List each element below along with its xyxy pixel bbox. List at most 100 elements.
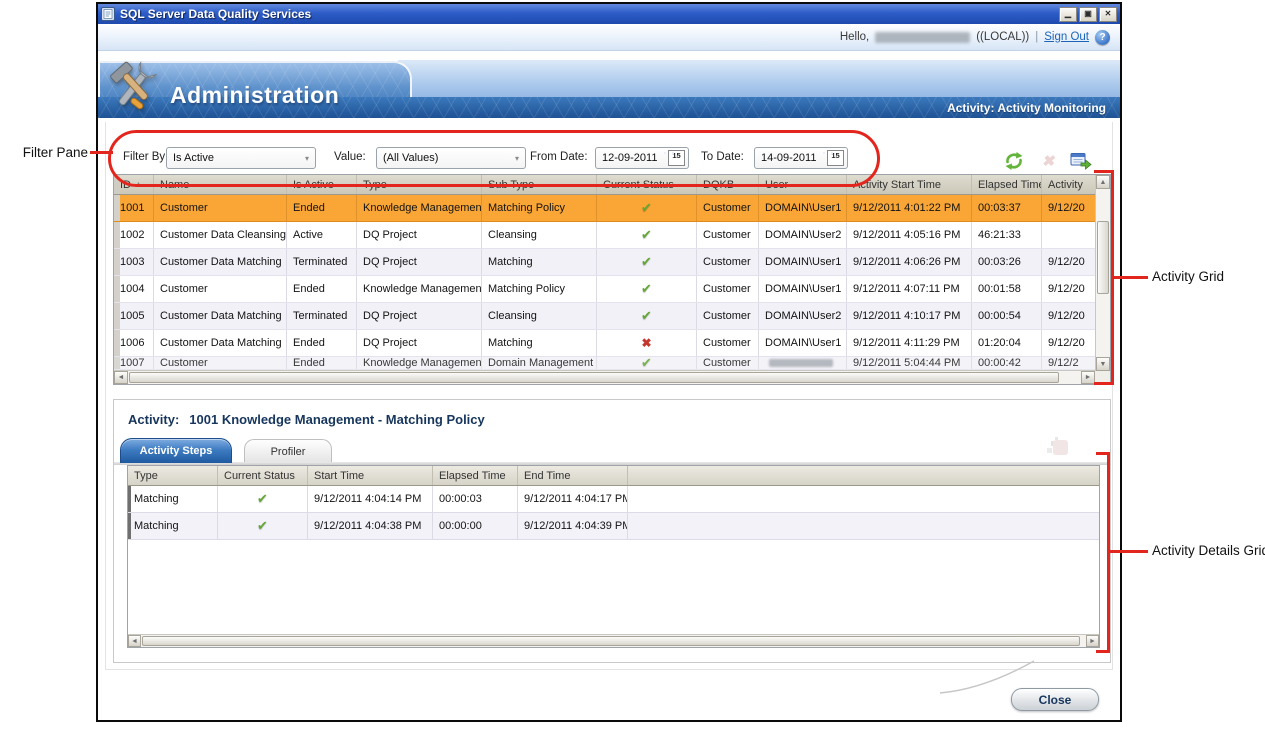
table-row[interactable]: 1006Customer Data MatchingEndedDQ Projec…: [114, 330, 1097, 357]
column-header-id[interactable]: ID▲: [114, 175, 154, 194]
column-header-name[interactable]: Name: [154, 175, 287, 194]
filter-by-select[interactable]: Is Active ▾: [166, 147, 316, 169]
details-grid-body: Matching✔9/12/2011 4:04:14 PM00:00:039/1…: [128, 486, 1099, 540]
screenshot-canvas: SQL Server Data Quality Services ▁ ▣ ✕ H…: [0, 0, 1265, 730]
scroll-right-icon[interactable]: ►: [1081, 371, 1095, 384]
table-row[interactable]: Matching✔9/12/2011 4:04:14 PM00:00:039/1…: [128, 486, 1099, 513]
refresh-button[interactable]: [1001, 150, 1027, 172]
terminate-disabled-icon: ✖: [1036, 150, 1062, 172]
table-row[interactable]: 1004CustomerEndedKnowledge ManagementMat…: [114, 276, 1097, 303]
column-header-type[interactable]: Type: [128, 466, 218, 485]
tab-profiler[interactable]: Profiler: [244, 439, 332, 463]
window-title: SQL Server Data Quality Services: [120, 7, 311, 21]
scroll-down-icon[interactable]: ▼: [1096, 357, 1110, 371]
cell-type: Knowledge Management: [357, 276, 482, 302]
calendar-icon[interactable]: 15: [668, 150, 685, 166]
close-button[interactable]: Close: [1011, 688, 1099, 711]
cell-sub_type: Domain Management: [482, 357, 597, 369]
scrollbar-thumb[interactable]: [142, 636, 1080, 646]
scroll-up-icon[interactable]: ▲: [1096, 175, 1110, 189]
annotation-line: [1114, 276, 1148, 279]
horizontal-scrollbar[interactable]: ◄ ►: [114, 370, 1095, 384]
to-date-input[interactable]: 14-09-2011 15: [754, 147, 848, 169]
restore-button[interactable]: ▣: [1079, 7, 1097, 22]
table-row[interactable]: 1007CustomerEndedKnowledge ManagementDom…: [114, 357, 1097, 370]
table-row[interactable]: 1002Customer Data CleansingActiveDQ Proj…: [114, 222, 1097, 249]
cell-status: ✔: [218, 513, 308, 539]
table-row[interactable]: Matching✔9/12/2011 4:04:38 PM00:00:009/1…: [128, 513, 1099, 540]
cell-id: 1007: [114, 357, 154, 369]
cell-is_active: Ended: [287, 195, 357, 221]
cell-elapsed: 00:00:00: [433, 513, 518, 539]
tab-activity-steps[interactable]: Activity Steps: [120, 438, 232, 463]
scrollbar-thumb[interactable]: [1097, 221, 1109, 294]
table-row[interactable]: 1005Customer Data MatchingTerminatedDQ P…: [114, 303, 1097, 330]
cell-elapsed: 00:03:26: [972, 249, 1042, 275]
cell-elapsed: 00:00:54: [972, 303, 1042, 329]
value-select[interactable]: (All Values) ▾: [376, 147, 526, 169]
scroll-left-icon[interactable]: ◄: [128, 635, 141, 647]
cell-type: Knowledge Management: [357, 357, 482, 369]
cell-name: Customer: [154, 195, 287, 221]
column-header-sub_type[interactable]: Sub Type: [482, 175, 597, 194]
annotation-filter-pane: Filter Pane: [6, 145, 88, 160]
cell-is_active: Ended: [287, 330, 357, 356]
activity-details-grid: TypeCurrent StatusStart TimeElapsed Time…: [127, 465, 1100, 648]
export-disabled-icon: [1053, 440, 1068, 455]
scroll-left-icon[interactable]: ◄: [114, 371, 128, 384]
cell-dqkb: Customer: [697, 195, 759, 221]
cell-end: 9/12/20: [1042, 303, 1097, 329]
cell-name: Customer Data Matching: [154, 303, 287, 329]
status-ok-icon: ✔: [257, 518, 268, 534]
cell-end: 9/12/2011 4:04:17 PM: [518, 486, 628, 512]
help-icon[interactable]: ?: [1095, 30, 1110, 45]
column-header-elapsed[interactable]: Elapsed Time: [972, 175, 1042, 194]
cell-start: 9/12/2011 4:07:11 PM: [847, 276, 972, 302]
column-header-status[interactable]: Current Status: [597, 175, 697, 194]
column-header-end[interactable]: Activity: [1042, 175, 1097, 194]
cell-user: [759, 357, 847, 369]
cell-elapsed: 46:21:33: [972, 222, 1042, 248]
column-header-status[interactable]: Current Status: [218, 466, 308, 485]
column-header-start[interactable]: Activity Start Time: [847, 175, 972, 194]
column-header-elapsed[interactable]: Elapsed Time: [433, 466, 518, 485]
minimize-button[interactable]: ▁: [1059, 7, 1077, 22]
title-bar[interactable]: SQL Server Data Quality Services ▁ ▣ ✕: [98, 4, 1120, 24]
cell-status: ✖: [597, 330, 697, 356]
sign-out-link[interactable]: Sign Out: [1044, 31, 1089, 43]
cell-is_active: Ended: [287, 276, 357, 302]
column-header-dqkb[interactable]: DQKB: [697, 175, 759, 194]
horizontal-scrollbar[interactable]: ◄ ►: [128, 634, 1099, 647]
close-window-button[interactable]: ✕: [1099, 7, 1117, 22]
cell-dqkb: Customer: [697, 330, 759, 356]
column-header-user[interactable]: User: [759, 175, 847, 194]
cell-end: 9/12/2: [1042, 357, 1097, 369]
cell-is_active: Active: [287, 222, 357, 248]
scrollbar-thumb[interactable]: [129, 372, 1059, 383]
status-ok-icon: ✔: [641, 281, 652, 297]
details-grid-header: TypeCurrent StatusStart TimeElapsed Time…: [128, 466, 1099, 486]
cell-id: 1002: [114, 222, 154, 248]
vertical-scrollbar[interactable]: ▲ ▼: [1095, 175, 1110, 371]
cell-user: DOMAIN\User2: [759, 303, 847, 329]
export-button[interactable]: [1068, 150, 1094, 172]
calendar-icon[interactable]: 15: [827, 150, 844, 166]
column-header-is_active[interactable]: Is Active: [287, 175, 357, 194]
scroll-right-icon[interactable]: ►: [1086, 635, 1099, 647]
from-date-input[interactable]: 12-09-2011 15: [595, 147, 689, 169]
cell-status: ✔: [597, 249, 697, 275]
column-header-end[interactable]: End Time: [518, 466, 628, 485]
cell-user: DOMAIN\User2: [759, 222, 847, 248]
status-ok-icon: ✔: [641, 227, 652, 243]
cell-status: ✔: [597, 195, 697, 221]
cell-name: Customer: [154, 276, 287, 302]
cell-start: 9/12/2011 4:04:14 PM: [308, 486, 433, 512]
column-header-start[interactable]: Start Time: [308, 466, 433, 485]
chevron-down-icon: ▾: [305, 154, 309, 163]
column-header-type[interactable]: Type: [357, 175, 482, 194]
cell-start: 9/12/2011 4:05:16 PM: [847, 222, 972, 248]
table-row[interactable]: 1001CustomerEndedKnowledge ManagementMat…: [114, 195, 1097, 222]
table-row[interactable]: 1003Customer Data MatchingTerminatedDQ P…: [114, 249, 1097, 276]
annotation-bracket: [1094, 382, 1114, 385]
cell-end: 9/12/20: [1042, 195, 1097, 221]
